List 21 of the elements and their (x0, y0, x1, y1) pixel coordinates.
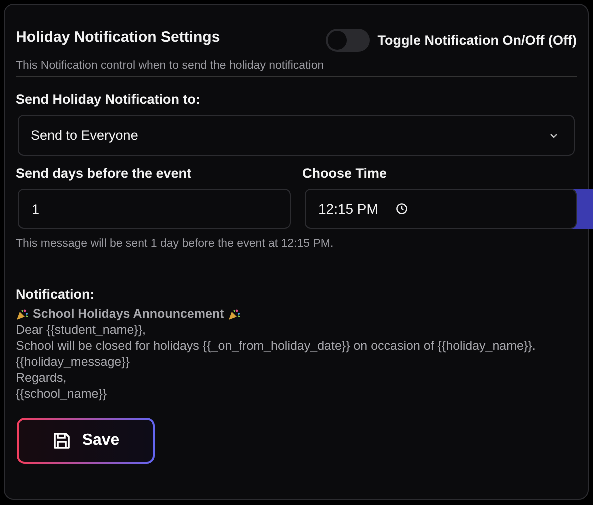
toggle-label: Toggle Notification On/Off (Off) (378, 33, 577, 48)
days-input[interactable]: 1 (18, 189, 290, 229)
message-line: {{school_name}} (16, 386, 108, 402)
field-label: Choose Time (302, 166, 388, 181)
party-popper-icon (228, 308, 242, 320)
description-text: This Notification control when to send the holiday notification (16, 60, 326, 72)
message-line: School will be closed for holidays {{_on_from_holiday_date}} on occasion of {{holiday_name}}. (16, 338, 537, 354)
field-label: Send days before the event (16, 166, 193, 181)
toggle-switch[interactable] (326, 29, 370, 52)
clock-icon (396, 203, 408, 215)
recipient-select[interactable]: Send to Everyone (18, 115, 575, 156)
message-line: Regards, (16, 370, 68, 386)
notification-label: Notification: (16, 287, 96, 302)
message-line: {{holiday_message}} (16, 354, 131, 370)
party-popper-icon (16, 308, 29, 320)
helper-text: This message will be sent 1 day before the event at 12:15 PM. (16, 238, 335, 250)
message-heading: School Holidays Announcement (33, 306, 224, 322)
field-label: Send Holiday Notification to: (16, 92, 202, 107)
save-button[interactable]: Save (17, 418, 155, 464)
message-line: Dear {{student_name}}, (16, 322, 147, 338)
section-title: Holiday Notification Settings (16, 29, 220, 46)
